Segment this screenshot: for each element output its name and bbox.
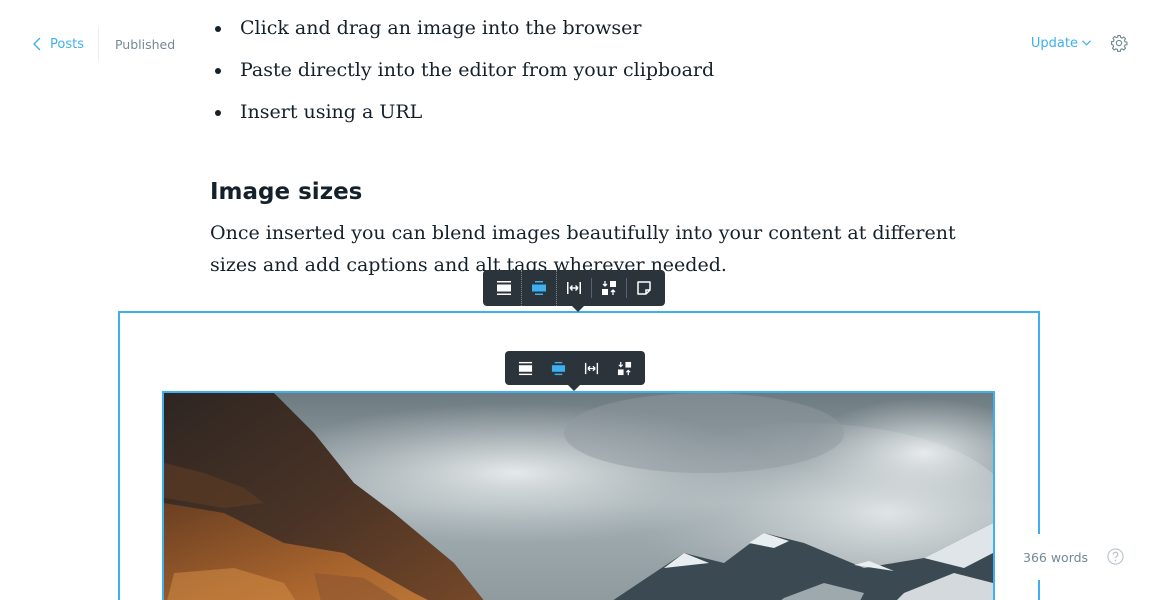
image-card[interactable] bbox=[162, 391, 995, 600]
replace-image-icon bbox=[602, 281, 616, 295]
post-status: Published bbox=[114, 37, 176, 52]
normal-layout-button[interactable] bbox=[521, 270, 557, 306]
header-divider bbox=[97, 27, 99, 61]
gear-icon[interactable] bbox=[1110, 34, 1128, 52]
card-toolbar bbox=[483, 270, 665, 312]
word-count: 366 words bbox=[1023, 549, 1089, 565]
update-button-label: Update bbox=[1030, 35, 1078, 51]
editor-header-right: Update bbox=[1031, 28, 1128, 58]
wide-layout-button[interactable] bbox=[487, 270, 521, 306]
wide-layout-button[interactable] bbox=[509, 351, 542, 385]
snippet-icon bbox=[637, 281, 651, 295]
full-width-icon bbox=[584, 362, 599, 374]
list-item: Paste directly into the editor from your… bbox=[210, 54, 714, 96]
snippet-button[interactable] bbox=[627, 270, 661, 306]
back-link-label: Posts bbox=[50, 36, 84, 52]
bullet-list: Click and drag an image into the browser… bbox=[210, 12, 714, 138]
chevron-left-icon bbox=[33, 37, 41, 51]
chevron-down-icon bbox=[1082, 40, 1091, 46]
replace-image-button[interactable] bbox=[608, 351, 641, 385]
normal-layout-icon bbox=[551, 361, 566, 375]
section-heading: Image sizes bbox=[210, 179, 363, 205]
wide-layout-icon bbox=[497, 281, 511, 295]
full-width-button[interactable] bbox=[575, 351, 608, 385]
toolbar-pointer bbox=[571, 305, 585, 312]
word-count-bar: 366 words bbox=[1008, 534, 1160, 580]
toolbar-pointer bbox=[567, 384, 581, 391]
back-to-posts-link[interactable]: Posts bbox=[32, 28, 98, 60]
editor-header-left: Posts Published bbox=[32, 27, 176, 61]
wide-layout-icon bbox=[518, 361, 533, 375]
full-width-button[interactable] bbox=[557, 270, 591, 306]
update-button[interactable]: Update bbox=[1031, 36, 1091, 51]
help-icon[interactable] bbox=[1107, 548, 1124, 565]
mountain-image bbox=[164, 393, 993, 600]
replace-image-icon bbox=[617, 361, 632, 375]
replace-image-button[interactable] bbox=[592, 270, 626, 306]
list-item: Click and drag an image into the browser bbox=[210, 12, 714, 54]
list-item: Insert using a URL bbox=[210, 96, 714, 138]
full-width-icon bbox=[567, 282, 581, 294]
normal-layout-button[interactable] bbox=[542, 351, 575, 385]
image-toolbar bbox=[505, 351, 645, 391]
normal-layout-icon bbox=[532, 281, 546, 295]
